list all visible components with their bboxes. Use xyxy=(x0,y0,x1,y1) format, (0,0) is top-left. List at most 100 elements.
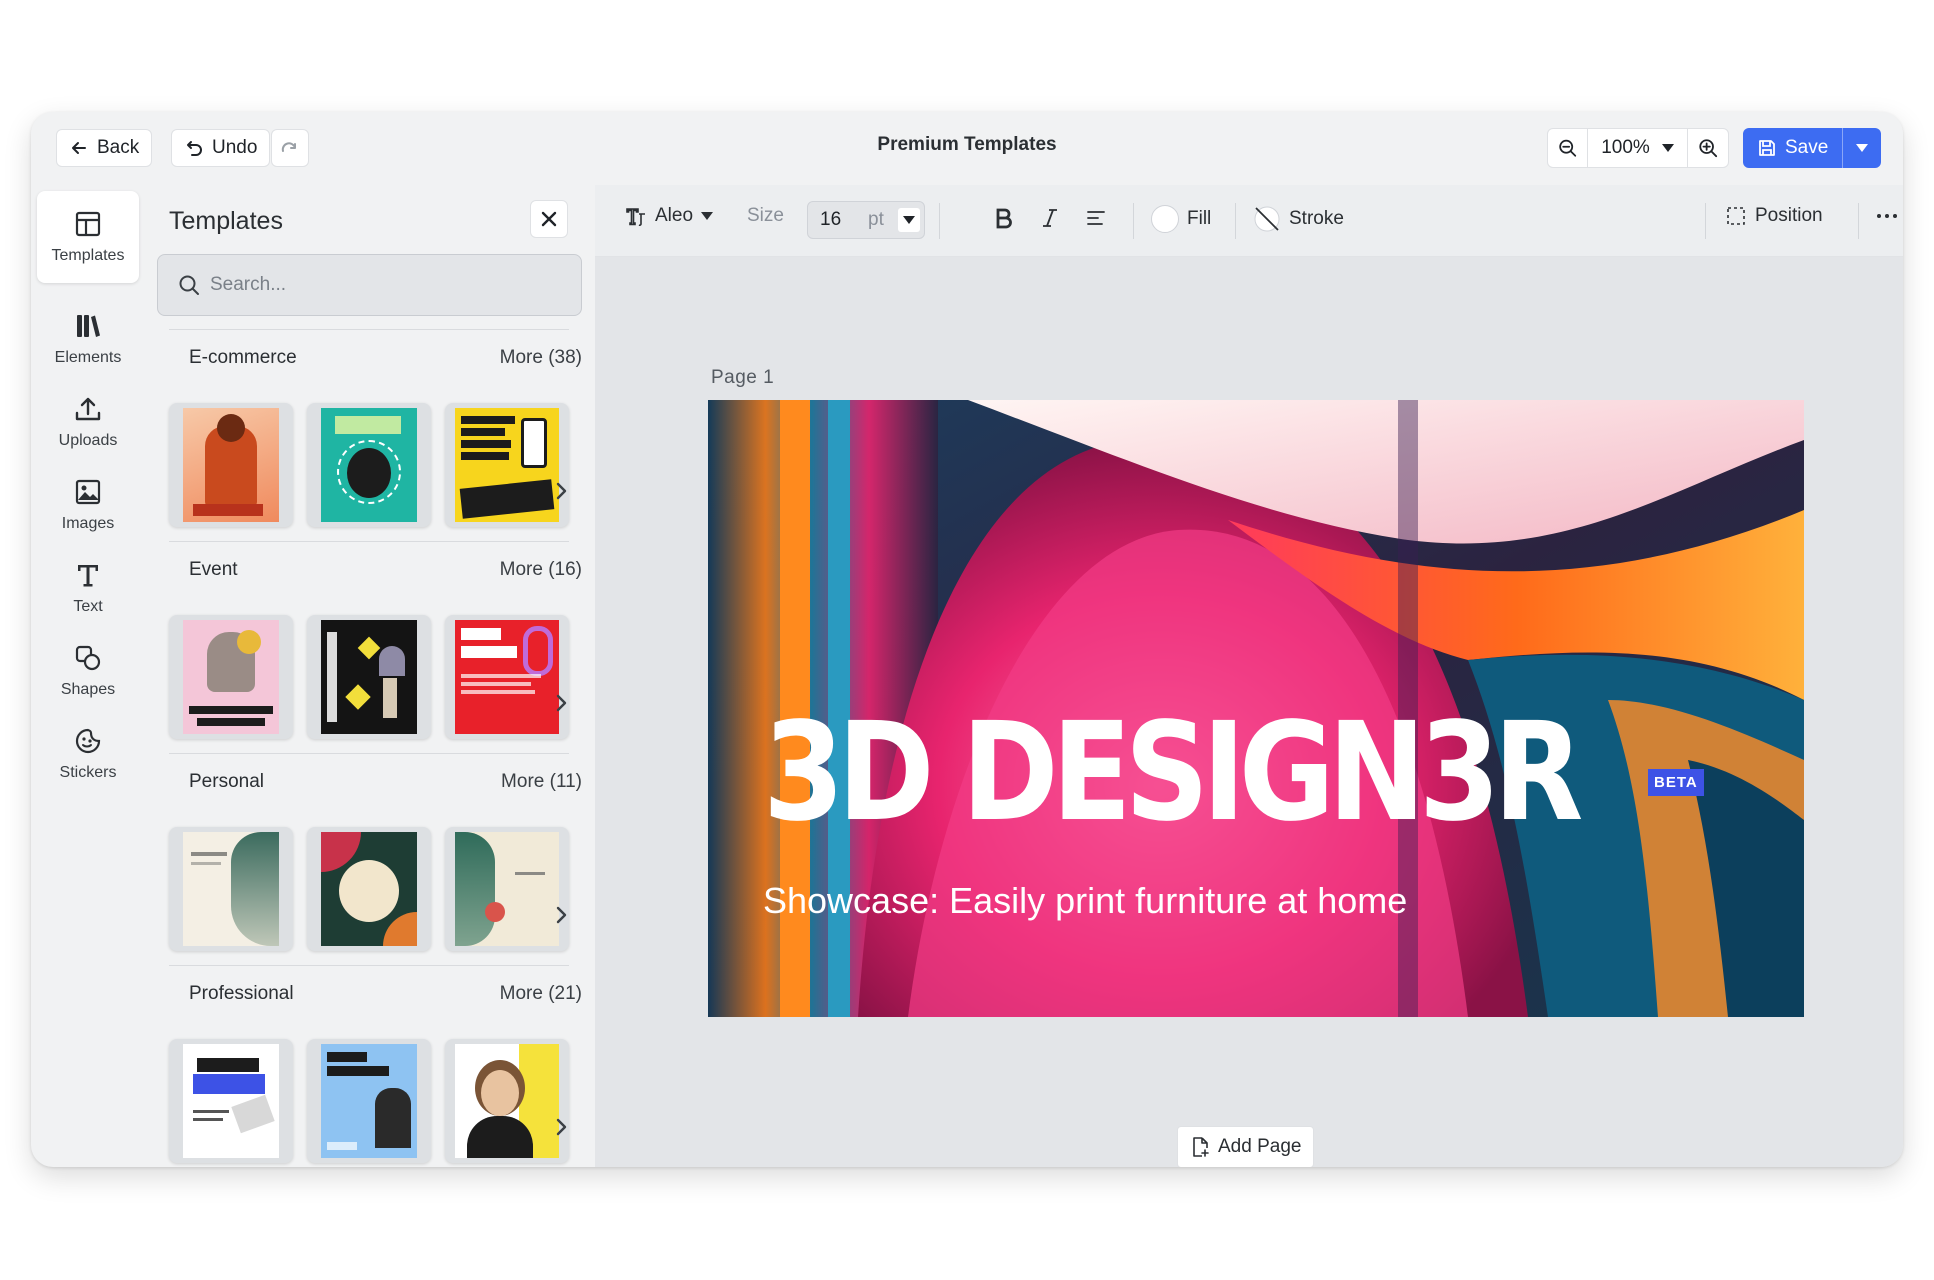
rail-item-text[interactable]: Text xyxy=(37,542,139,634)
more-ecommerce-link[interactable]: More (38) xyxy=(472,347,582,369)
template-thumbnail[interactable] xyxy=(307,615,431,739)
save-button-group: Save xyxy=(1743,128,1882,168)
rail-item-elements[interactable]: Elements xyxy=(37,293,139,385)
italic-icon xyxy=(1043,209,1057,227)
rail-label: Elements xyxy=(54,349,122,366)
divider xyxy=(169,541,569,542)
beta-badge: BETA xyxy=(1648,769,1704,796)
rail-item-stickers[interactable]: Stickers xyxy=(37,708,139,800)
ecommerce-thumbnails xyxy=(169,403,569,527)
floppy-disk-icon xyxy=(1759,140,1775,156)
add-page-label: Add Page xyxy=(1218,1136,1302,1157)
fill-swatch xyxy=(1151,205,1179,233)
bold-button[interactable] xyxy=(995,207,1013,229)
chevron-right-icon[interactable] xyxy=(549,691,573,715)
divider xyxy=(169,329,569,330)
more-personal-link[interactable]: More (11) xyxy=(472,771,582,793)
subtitle-text[interactable]: Showcase: Easily print furniture at home xyxy=(763,880,1407,922)
size-unit: pt xyxy=(868,209,884,230)
rail-item-images[interactable]: Images xyxy=(37,459,139,551)
add-page-button[interactable]: Add Page xyxy=(1177,1126,1315,1167)
chevron-right-icon[interactable] xyxy=(549,1115,573,1139)
size-label: Size xyxy=(747,205,784,226)
chevron-right-icon[interactable] xyxy=(549,903,573,927)
position-icon xyxy=(1727,207,1745,225)
zoom-out-button[interactable] xyxy=(1548,129,1588,167)
artboard[interactable]: 3D DESIGN3R BETA Showcase: Easily print … xyxy=(708,400,1804,1017)
more-event-link[interactable]: More (16) xyxy=(472,559,582,581)
save-label: Save xyxy=(1785,137,1829,158)
template-thumbnail[interactable] xyxy=(445,827,569,951)
zoom-select[interactable]: 100% xyxy=(1588,129,1688,167)
image-icon xyxy=(75,479,101,505)
category-title-event: Event xyxy=(189,559,238,580)
template-thumbnail[interactable] xyxy=(307,827,431,951)
separator xyxy=(939,203,940,239)
chevron-right-icon[interactable] xyxy=(549,479,573,503)
italic-button[interactable] xyxy=(1041,207,1059,229)
size-dropdown-button[interactable] xyxy=(898,208,920,232)
rail-label: Templates xyxy=(51,247,125,264)
align-button[interactable] xyxy=(1085,207,1107,229)
rail-item-shapes[interactable]: Shapes xyxy=(37,625,139,717)
separator xyxy=(1858,203,1859,239)
font-select[interactable]: Aleo xyxy=(625,205,714,227)
template-thumbnail[interactable] xyxy=(445,615,569,739)
shapes-icon xyxy=(75,645,101,671)
event-thumbnails xyxy=(169,615,569,739)
more-options-button[interactable] xyxy=(1875,205,1899,227)
template-thumbnail[interactable] xyxy=(307,403,431,527)
position-label: Position xyxy=(1755,205,1823,226)
separator xyxy=(1705,203,1706,239)
caret-down-icon xyxy=(903,216,915,224)
zoom-out-icon xyxy=(1559,139,1577,157)
caret-down-icon xyxy=(1661,144,1674,152)
category-title-ecommerce: E-commerce xyxy=(189,347,297,368)
template-thumbnail[interactable] xyxy=(169,827,293,951)
template-thumbnail[interactable] xyxy=(169,403,293,527)
stroke-none-icon xyxy=(1254,206,1280,232)
add-page-icon xyxy=(1193,1137,1209,1157)
rail-label: Stickers xyxy=(59,764,117,781)
template-thumbnail[interactable] xyxy=(307,1039,431,1163)
headline-text[interactable]: 3D DESIGN3R xyxy=(763,705,1583,841)
search-icon xyxy=(179,275,199,295)
more-professional-link[interactable]: More (21) xyxy=(472,983,582,1005)
search-field[interactable] xyxy=(157,254,582,316)
position-button[interactable]: Position xyxy=(1725,205,1823,227)
search-input[interactable] xyxy=(210,274,570,296)
template-thumbnail[interactable] xyxy=(169,615,293,739)
size-value: 16 xyxy=(820,209,842,230)
professional-thumbnails xyxy=(169,1039,569,1163)
editor-window: Back Undo Premium Templates 100% Save Te… xyxy=(31,112,1903,1167)
caret-down-icon xyxy=(1856,144,1869,152)
zoom-in-button[interactable] xyxy=(1688,129,1728,167)
align-left-icon xyxy=(1087,211,1105,225)
zoom-controls: 100% xyxy=(1547,128,1729,168)
font-icon xyxy=(626,208,645,226)
sticker-icon xyxy=(75,728,101,754)
zoom-value: 100% xyxy=(1601,137,1650,158)
canvas-area: Page 1 3D DESIGN3R BETA Showcase: Easily… xyxy=(595,257,1903,1167)
page-label: Page 1 xyxy=(711,367,775,388)
panel-title: Templates xyxy=(169,207,283,235)
template-thumbnail[interactable] xyxy=(445,403,569,527)
fill-button[interactable]: Fill xyxy=(1151,205,1211,233)
layout-icon xyxy=(75,211,101,237)
rail-item-uploads[interactable]: Uploads xyxy=(37,376,139,468)
save-options-button[interactable] xyxy=(1843,128,1881,168)
format-toolbar: Aleo Size 16 pt Fill Stroke Position xyxy=(595,185,1903,257)
template-thumbnail[interactable] xyxy=(169,1039,293,1163)
close-panel-button[interactable] xyxy=(530,200,568,238)
personal-thumbnails xyxy=(169,827,569,951)
stroke-label: Stroke xyxy=(1289,208,1344,229)
size-input[interactable]: 16 pt xyxy=(807,201,925,239)
tool-rail: Templates Elements Uploads Images Text S… xyxy=(31,185,147,1167)
rail-item-templates[interactable]: Templates xyxy=(37,191,139,283)
template-thumbnail[interactable] xyxy=(445,1039,569,1163)
separator xyxy=(1133,203,1134,239)
save-button[interactable]: Save xyxy=(1743,128,1844,168)
stroke-button[interactable]: Stroke xyxy=(1253,205,1344,233)
rail-label: Uploads xyxy=(58,432,118,449)
more-horizontal-icon xyxy=(1877,214,1897,218)
